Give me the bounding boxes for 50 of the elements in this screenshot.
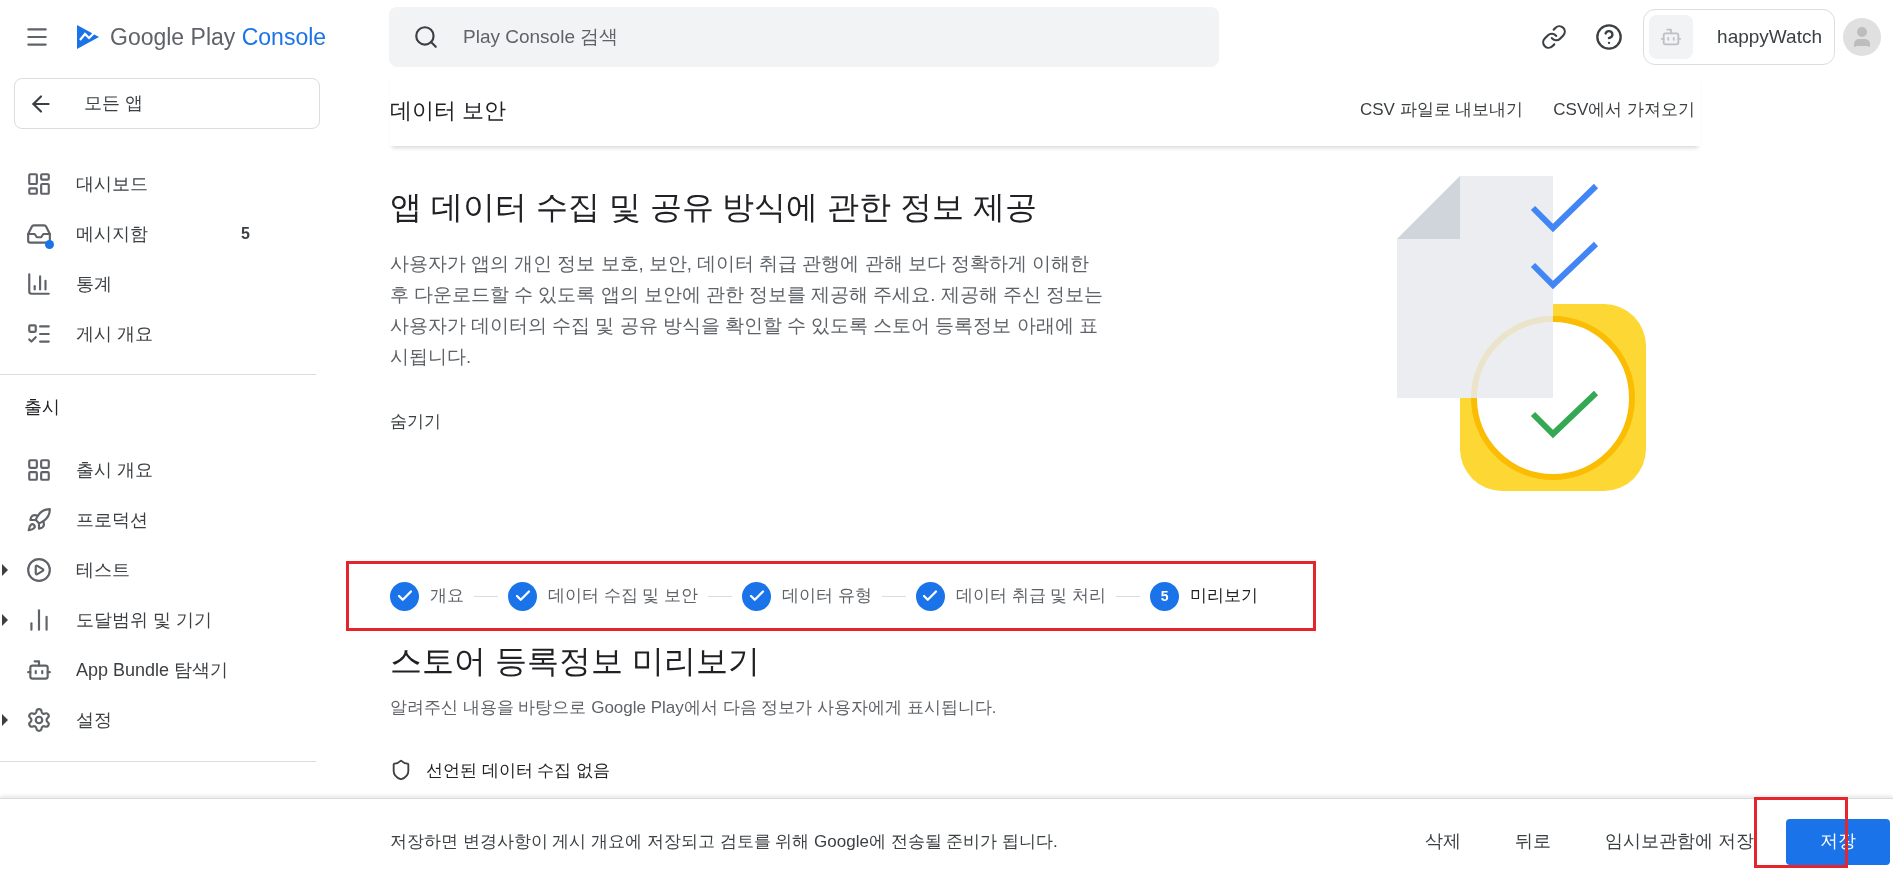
preview-title: 스토어 등록정보 미리보기: [390, 642, 761, 681]
dashboard-icon: [26, 171, 52, 197]
sidebar-item[interactable]: App Bundle 탐색기: [0, 645, 316, 695]
sidebar-item[interactable]: 대시보드: [0, 159, 320, 209]
sidebar-item[interactable]: 프로덕션: [0, 495, 316, 545]
play-circle-icon: [26, 557, 52, 583]
text-button[interactable]: 임시보관함에 저장: [1583, 818, 1776, 865]
link-icon[interactable]: [1541, 24, 1568, 50]
step[interactable]: 5 미리보기: [1150, 581, 1259, 611]
text-button[interactable]: 뒤로: [1493, 818, 1573, 865]
app-selector[interactable]: happyWatch: [1643, 9, 1835, 65]
logo-text: Google Play Console: [110, 22, 327, 52]
sidebar-item[interactable]: 테스트: [0, 545, 316, 595]
csv-link[interactable]: CSV에서 가져오기: [1553, 97, 1695, 123]
preview-subtitle: 알려주신 내용을 바탕으로 Google Play에서 다음 정보가 사용자에게 표시됩니다.: [390, 697, 998, 719]
intro-text: 사용자가 앱의 개인 정보 보호, 보안, 데이터 취급 관행에 관해 보다 정확하게 이해한 후 다운로드할 수 있도록 앱의 보안에 관한 정보를 제공해 주세요. 제공해 주신 정보는 사용자가 데이터의 수집 및 공유 방식을 확인할 수 있도록 스토어 등록정보 아래에 표시됩니다.: [390, 252, 1104, 369]
sidebar-item[interactable]: 도달범위 및 기기: [0, 595, 316, 645]
hide-toggle[interactable]: 숨기기: [390, 409, 441, 435]
grid-icon: [26, 457, 52, 483]
section-heading: 출시: [23, 396, 61, 419]
search-input[interactable]: Play Console 검색: [463, 22, 1195, 52]
sidebar-item[interactable]: 출시 개요: [0, 445, 316, 495]
step[interactable]: 데이터 취급 및 처리: [915, 581, 1107, 611]
shield-icon: [390, 759, 412, 782]
all-apps-button[interactable]: 모든 앱: [14, 78, 320, 129]
step[interactable]: 데이터 유형: [742, 581, 872, 611]
sidebar-item[interactable]: 설정: [0, 695, 316, 745]
sidebar-item[interactable]: 메시지함 5: [0, 209, 320, 259]
csv-link[interactable]: CSV 파일로 내보내기: [1359, 97, 1524, 123]
expand-caret-icon[interactable]: [2, 614, 8, 626]
settings-icon: [26, 707, 52, 733]
intro-title: 앱 데이터 수집 및 공유 방식에 관한 정보 제공: [390, 188, 1039, 227]
inbox-icon: [26, 221, 52, 247]
message-count: 5: [241, 224, 250, 244]
rocket-icon: [26, 507, 52, 533]
search-field[interactable]: Play Console 검색: [389, 7, 1219, 67]
app-thumbnail: [1649, 15, 1694, 59]
save-notice: 저장하면 변경사항이 게시 개요에 저장되고 검토를 위해 Google에 전송될 준비가 됩니다.: [390, 830, 1058, 853]
page-title: 데이터 보안: [390, 96, 507, 125]
step[interactable]: 개요: [390, 581, 464, 611]
sidebar-item[interactable]: 게시 개요: [0, 309, 320, 359]
bar-chart-icon: [26, 271, 52, 297]
help-icon[interactable]: [1595, 23, 1624, 51]
expand-caret-icon[interactable]: [2, 714, 8, 726]
expand-caret-icon[interactable]: [2, 564, 8, 576]
step[interactable]: 데이터 수집 및 보안: [508, 581, 699, 611]
text-button[interactable]: 삭제: [1403, 818, 1483, 865]
sidebar-item[interactable]: 통계: [0, 259, 320, 309]
search-icon: [413, 24, 439, 50]
data-collection-label: 선언된 데이터 수집 없음: [426, 759, 611, 782]
